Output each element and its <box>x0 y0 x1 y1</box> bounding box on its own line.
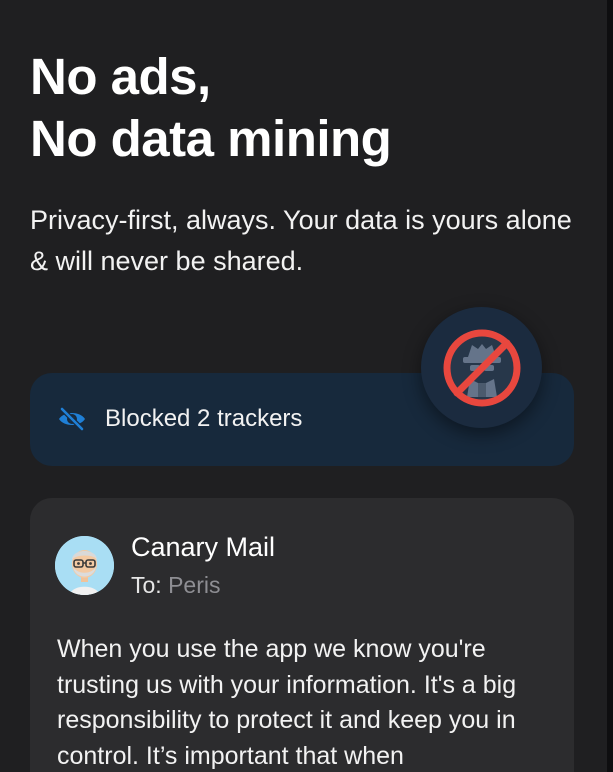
email-preview-card[interactable]: Canary Mail To: Peris When you use the a… <box>30 498 574 772</box>
screen-edge <box>607 0 613 772</box>
eye-slash-icon <box>59 406 85 432</box>
recipient-line: To: Peris <box>131 570 220 600</box>
no-spy-icon <box>443 329 520 406</box>
recipient-name: Peris <box>168 572 221 598</box>
memoji-avatar-icon <box>55 536 114 595</box>
email-body: When you use the app we know you're trus… <box>57 635 517 770</box>
subtitle: Privacy-first, always. Your data is your… <box>30 205 572 276</box>
sender-avatar <box>55 536 114 595</box>
headline: No ads, No data mining <box>30 46 392 170</box>
no-tracking-badge <box>421 307 542 428</box>
tracker-text: Blocked 2 trackers <box>105 405 303 432</box>
onboarding-screen: No ads, No data mining Privacy-first, al… <box>0 0 613 772</box>
headline-line-2: No data mining <box>30 110 392 167</box>
sender-name: Canary Mail <box>131 532 276 562</box>
headline-line-1: No ads, <box>30 48 211 105</box>
to-label: To: <box>131 572 162 598</box>
